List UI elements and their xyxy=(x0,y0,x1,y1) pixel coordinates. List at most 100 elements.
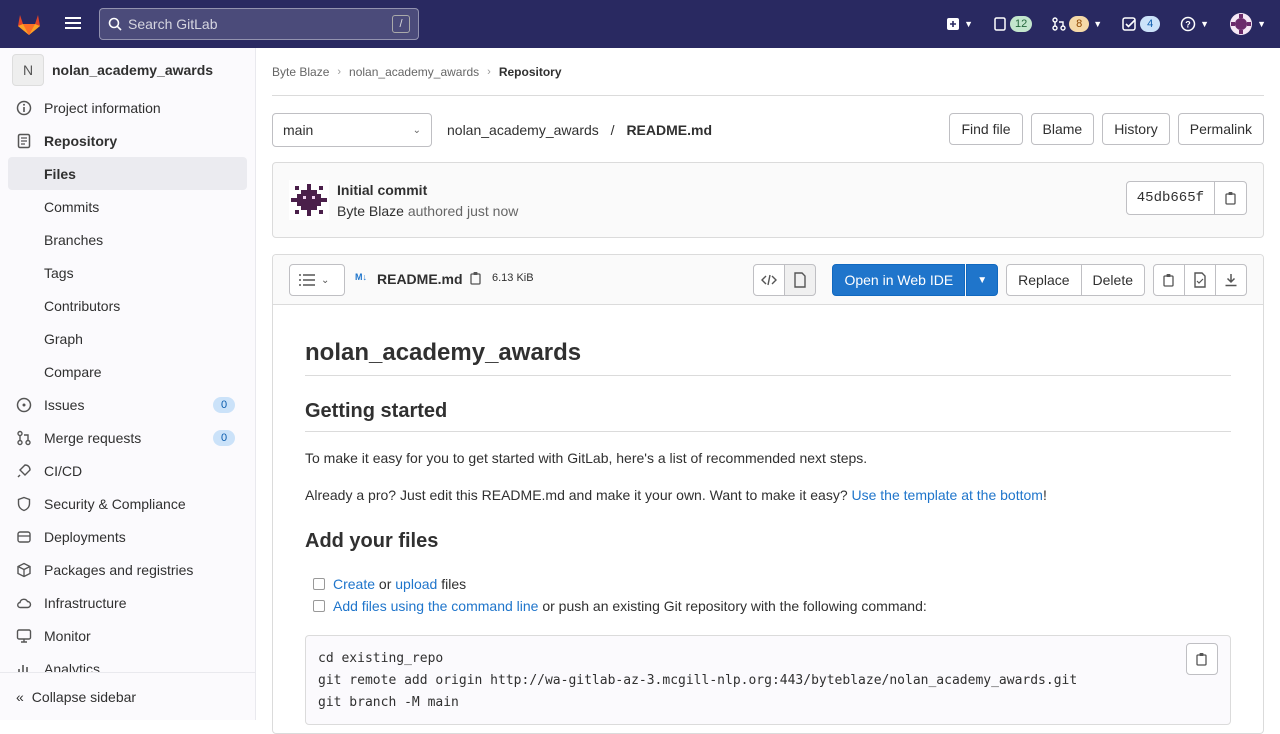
code-line: cd existing_repo xyxy=(318,651,444,666)
sidebar-item-project-information[interactable]: Project information xyxy=(0,92,255,124)
display-source-button[interactable] xyxy=(753,264,786,296)
sidebar-item-files[interactable]: Files xyxy=(8,157,247,190)
sidebar-item-infrastructure[interactable]: Infrastructure xyxy=(0,586,255,619)
sidebar-item-label: Deployments xyxy=(44,528,126,545)
list-icon xyxy=(299,274,315,286)
issues-count-badge: 0 xyxy=(213,397,235,413)
sidebar-item-monitor[interactable]: Monitor xyxy=(0,619,255,652)
create-link[interactable]: Create xyxy=(333,573,375,595)
sidebar-item-label: Issues xyxy=(44,396,85,413)
sidebar-item-issues[interactable]: Issues 0 xyxy=(0,388,255,421)
code-line: git branch -M main xyxy=(318,695,459,710)
sidebar-item-security-compliance[interactable]: Security & Compliance xyxy=(0,487,255,520)
breadcrumb-item-project[interactable]: nolan_academy_awards xyxy=(349,65,479,79)
sidebar-item-label: Compare xyxy=(44,363,102,380)
search-shortcut-hint: / xyxy=(392,15,410,33)
download-button[interactable] xyxy=(1215,264,1247,296)
commit-sha-group: 45db665f xyxy=(1125,181,1247,215)
merge-requests-button[interactable]: 8 ▼ xyxy=(1046,8,1108,40)
user-menu-button[interactable]: ▼ xyxy=(1223,8,1272,40)
breadcrumb-item-repository[interactable]: Repository xyxy=(499,65,562,79)
copy-contents-button[interactable] xyxy=(1153,264,1185,296)
deployments-icon xyxy=(16,529,32,545)
breadcrumb-item-group[interactable]: Byte Blaze xyxy=(272,65,329,79)
upload-link[interactable]: upload xyxy=(395,573,437,595)
user-avatar-icon xyxy=(1230,13,1253,35)
sidebar-project-header[interactable]: N nolan_academy_awards xyxy=(0,48,255,92)
menu-icon[interactable] xyxy=(62,14,84,34)
blame-button[interactable]: Blame xyxy=(1030,113,1095,145)
heading-getting-started: Getting started xyxy=(305,392,1231,432)
chevron-down-icon: ▼ xyxy=(977,274,988,286)
document-outline-button[interactable]: ⌄ xyxy=(289,264,345,296)
shield-icon xyxy=(16,496,32,512)
author-avatar[interactable] xyxy=(289,180,329,220)
sidebar-item-graph[interactable]: Graph xyxy=(0,322,255,355)
path-project-link[interactable]: nolan_academy_awards xyxy=(447,122,599,138)
download-icon xyxy=(1225,274,1237,287)
copy-file-path-button[interactable] xyxy=(469,271,483,288)
permalink-button[interactable]: Permalink xyxy=(1177,113,1264,145)
cloud-icon xyxy=(16,595,32,611)
chevron-right-icon: › xyxy=(337,65,342,78)
file-size: 6.13 KiB xyxy=(492,272,534,284)
display-rendered-button[interactable] xyxy=(784,264,817,296)
create-new-button[interactable]: ▼ xyxy=(940,8,979,40)
sidebar-item-label: Monitor xyxy=(44,627,91,644)
project-avatar: N xyxy=(12,54,44,86)
readme-content: nolan_academy_awards Getting started To … xyxy=(273,305,1263,733)
sidebar-item-packages-registries[interactable]: Packages and registries xyxy=(0,553,255,586)
find-file-button[interactable]: Find file xyxy=(949,113,1023,145)
collapse-sidebar-button[interactable]: « Collapse sidebar xyxy=(0,672,255,720)
task-item: Create or upload files xyxy=(305,573,1231,595)
main-content: Byte Blaze › nolan_academy_awards › Repo… xyxy=(272,48,1264,734)
sidebar-item-label: Security & Compliance xyxy=(44,495,186,512)
sidebar-item-branches[interactable]: Branches xyxy=(0,223,255,256)
breadcrumb: Byte Blaze › nolan_academy_awards › Repo… xyxy=(272,48,1264,96)
sidebar-item-repository[interactable]: Repository xyxy=(0,124,255,157)
copy-icon xyxy=(1163,274,1174,287)
history-button[interactable]: History xyxy=(1102,113,1170,145)
replace-button[interactable]: Replace xyxy=(1006,264,1082,296)
issues-count-badge: 12 xyxy=(1009,16,1033,32)
path-separator: / xyxy=(610,122,615,138)
help-button[interactable]: ? ▼ xyxy=(1174,8,1215,40)
template-link[interactable]: Use the template at the bottom xyxy=(852,487,1043,503)
task-checkbox[interactable] xyxy=(313,600,325,612)
command-line-link[interactable]: Add files using the command line xyxy=(333,595,538,617)
readme-title: nolan_academy_awards xyxy=(305,323,1231,376)
sidebar-item-tags[interactable]: Tags xyxy=(0,256,255,289)
sidebar-item-deployments[interactable]: Deployments xyxy=(0,520,255,553)
gitlab-logo-icon[interactable] xyxy=(16,12,42,36)
branch-selector[interactable]: main ⌄ xyxy=(272,113,432,147)
commit-author-link[interactable]: Byte Blaze xyxy=(337,203,404,219)
plus-square-icon xyxy=(947,18,960,30)
package-icon xyxy=(16,562,32,578)
search-input[interactable] xyxy=(128,16,388,32)
code-icon xyxy=(761,274,778,286)
todos-button[interactable]: 4 xyxy=(1116,8,1166,40)
task-checkbox[interactable] xyxy=(313,578,325,590)
sidebar-item-contributors[interactable]: Contributors xyxy=(0,289,255,322)
commit-title[interactable]: Initial commit xyxy=(337,182,427,198)
chevron-down-icon: ⌄ xyxy=(321,274,330,286)
commit-sha[interactable]: 45db665f xyxy=(1125,181,1215,215)
sidebar-item-cicd[interactable]: CI/CD xyxy=(0,454,255,487)
search-box[interactable]: / xyxy=(99,8,419,40)
sidebar-item-merge-requests[interactable]: Merge requests 0 xyxy=(0,421,255,454)
issues-button[interactable]: 12 xyxy=(987,8,1038,40)
open-in-web-ide-button[interactable]: Open in Web IDE xyxy=(832,264,966,296)
web-ide-dropdown-button[interactable]: ▼ xyxy=(966,264,999,296)
commit-time: authored just now xyxy=(407,203,519,219)
copy-code-button[interactable] xyxy=(1186,643,1218,675)
merge-request-icon xyxy=(16,430,32,446)
sidebar-item-commits[interactable]: Commits xyxy=(0,190,255,223)
code-block: cd existing_repo git remote add origin h… xyxy=(305,635,1231,725)
file-holder: ⌄ M↓ README.md 6.13 KiB Open in Web IDE xyxy=(272,254,1264,734)
open-raw-button[interactable] xyxy=(1184,264,1216,296)
doc-icon xyxy=(16,133,32,149)
merge-requests-count-badge: 0 xyxy=(213,430,235,446)
sidebar-item-compare[interactable]: Compare xyxy=(0,355,255,388)
delete-button[interactable]: Delete xyxy=(1080,264,1145,296)
copy-sha-button[interactable] xyxy=(1215,181,1247,215)
